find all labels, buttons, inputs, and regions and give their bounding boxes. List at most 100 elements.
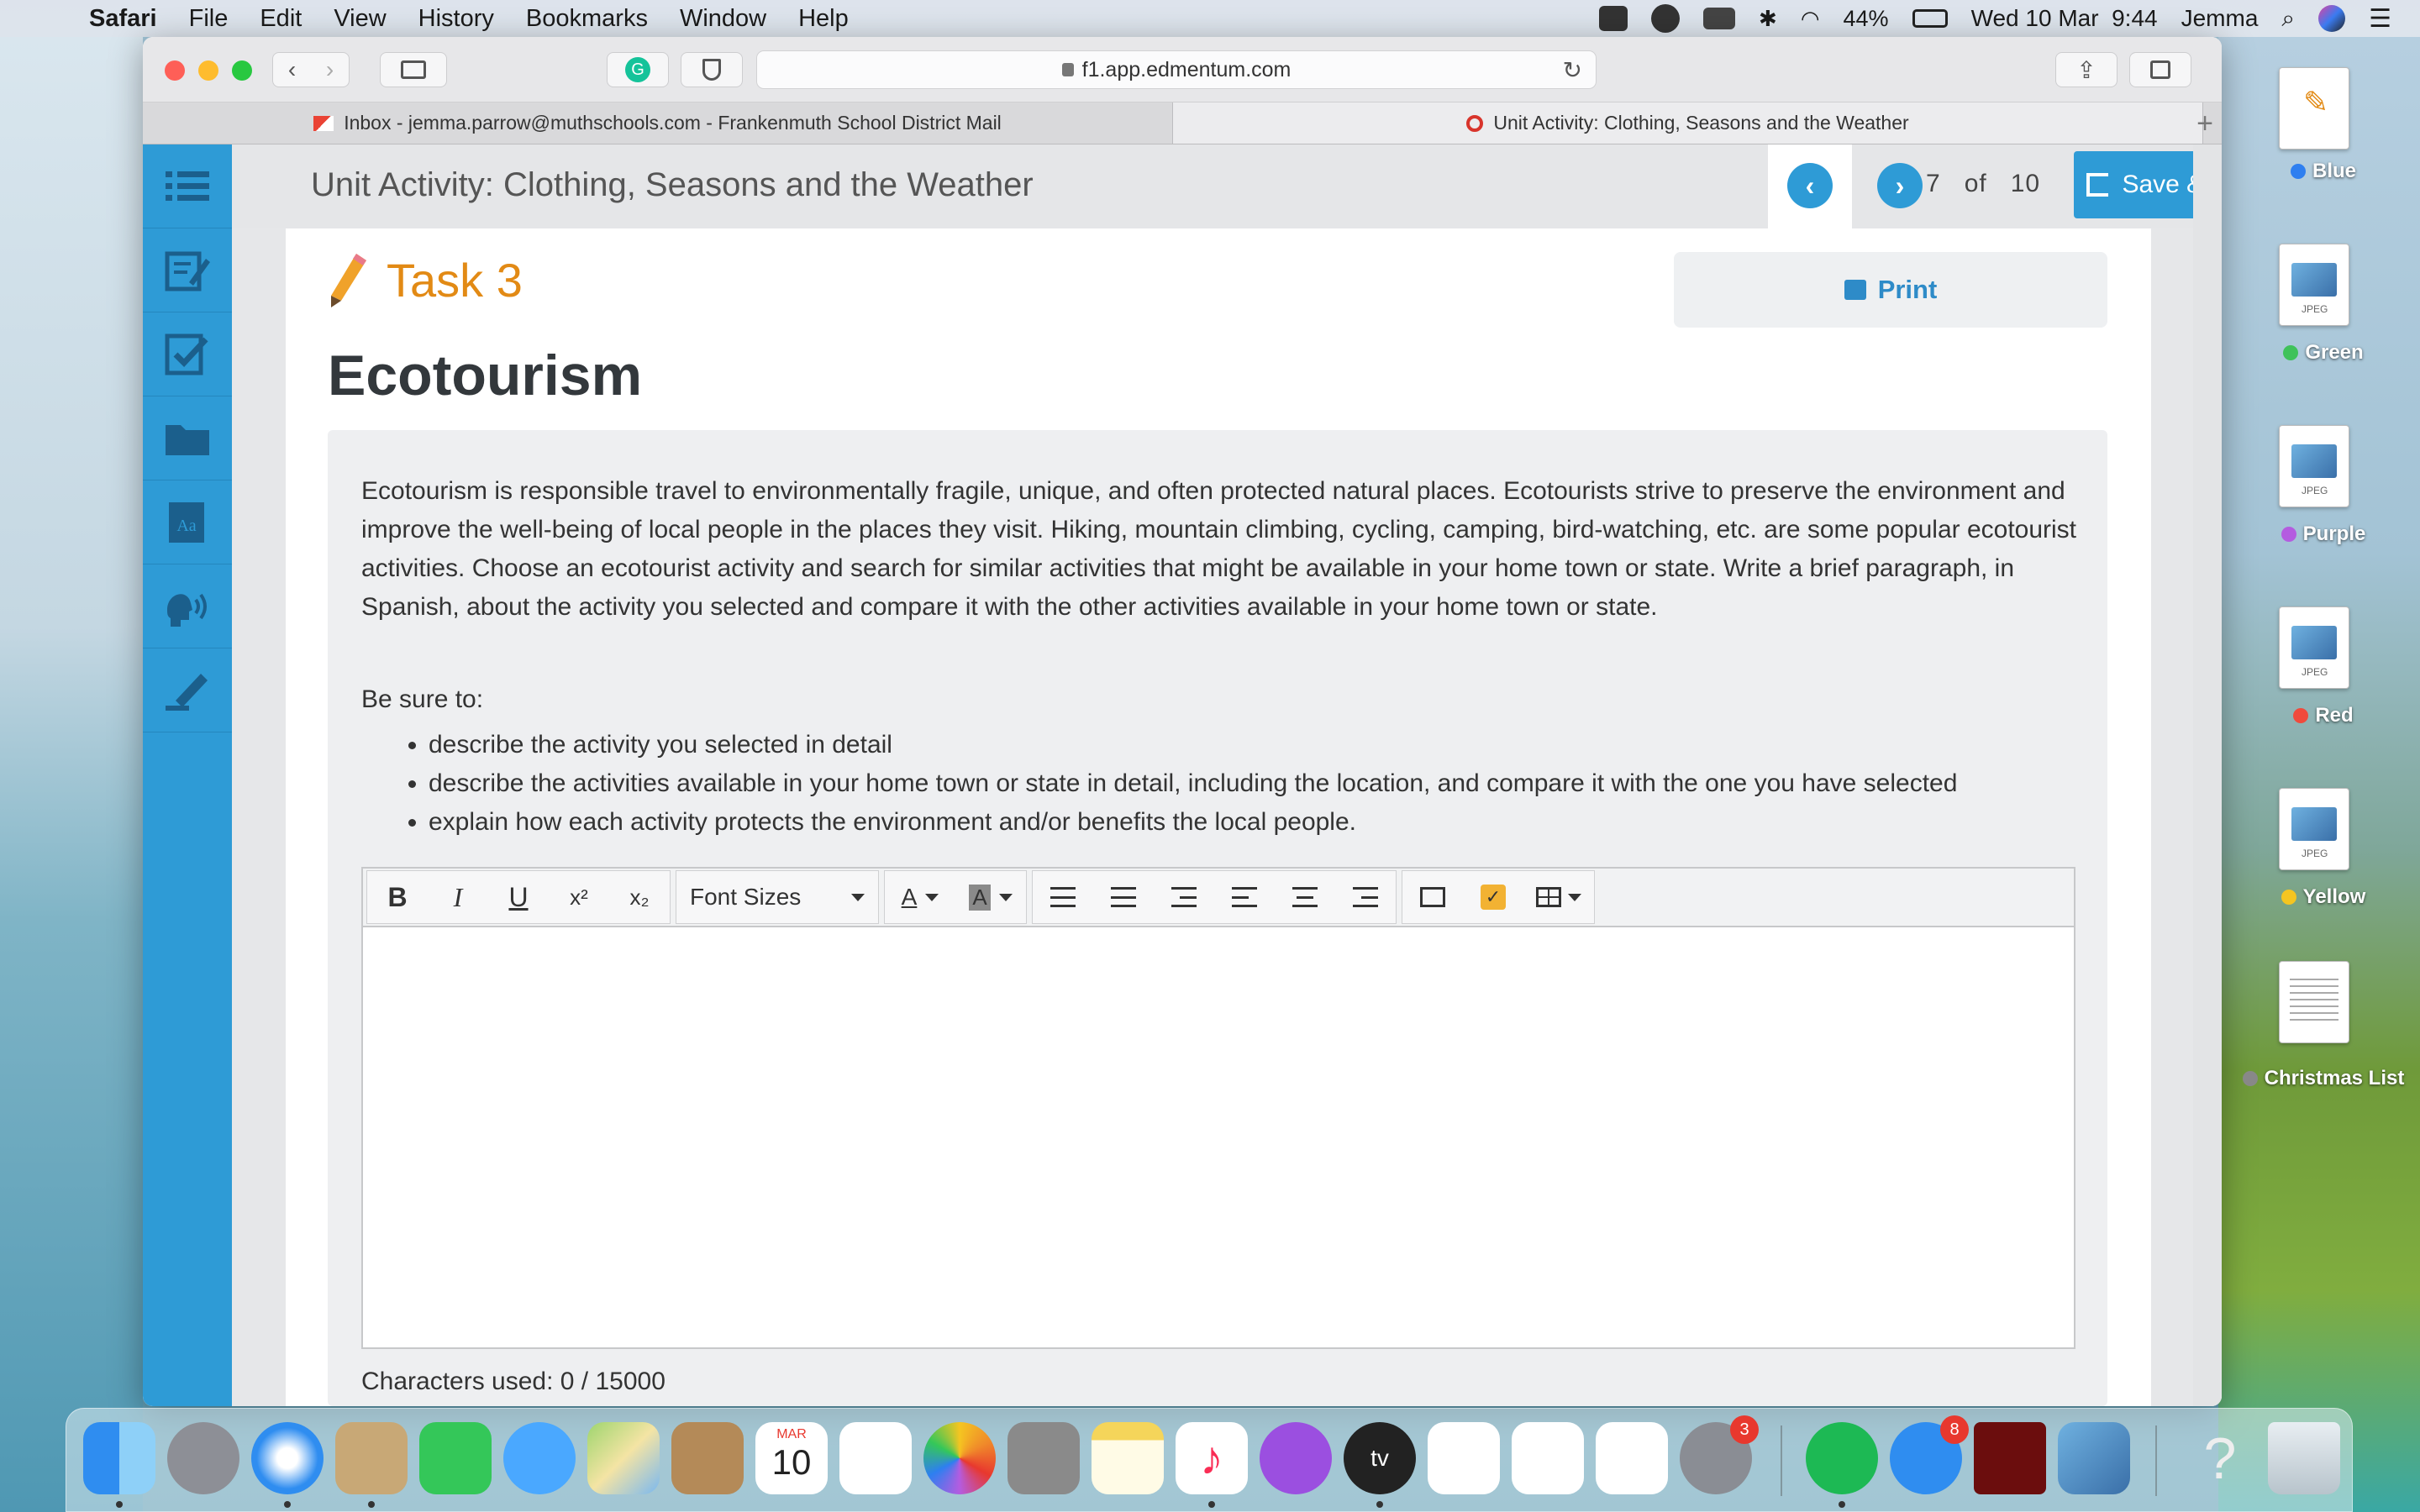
desktop-file-blue[interactable]: ✎ [2279,67,2349,150]
menu-history[interactable]: History [418,5,494,33]
malwarebytes-icon[interactable] [1599,6,1628,31]
nav-text-to-speech[interactable] [143,564,232,648]
calendar-icon[interactable]: MAR 10 [755,1422,828,1494]
desktop-file-yellow[interactable]: JPEG [2279,788,2349,870]
close-window-button[interactable] [165,60,185,81]
control-center-icon[interactable]: ☰ [2369,4,2391,34]
sidebar-toggle-button[interactable] [380,52,447,87]
preview-eagle-icon[interactable] [335,1422,408,1494]
photos-icon[interactable] [923,1422,996,1494]
siri-icon[interactable] [2318,5,2346,32]
underline-button[interactable]: U [488,872,549,922]
menu-file[interactable]: File [189,5,229,33]
trash-icon[interactable] [2268,1422,2340,1494]
subscript-button[interactable]: x₂ [609,872,670,922]
launchpad-icon[interactable] [167,1422,239,1494]
indent-button[interactable] [1154,872,1214,922]
system-preferences-icon[interactable]: 3 [1680,1415,1759,1494]
font-color-button[interactable]: A [885,872,955,922]
bold-button[interactable]: B [367,872,428,922]
notes-icon[interactable] [1092,1422,1164,1494]
desktop-label-red[interactable]: Red [2235,704,2412,727]
safari-icon[interactable] [251,1422,324,1494]
insert-table-button[interactable] [1523,872,1594,922]
nav-glossary[interactable]: Aa [143,480,232,564]
insert-math-button[interactable]: ✓ [1463,872,1523,922]
menu-view[interactable]: View [334,5,386,33]
menu-window[interactable]: Window [680,5,766,33]
background-color-button[interactable]: A [955,872,1026,922]
facetime-icon[interactable] [419,1422,492,1494]
tab-overview-button[interactable] [2129,52,2191,87]
bullet-list-button[interactable] [1033,872,1093,922]
desktop-label-purple[interactable]: Purple [2235,522,2412,546]
nav-assignments[interactable] [143,312,232,396]
page-scrollbar[interactable] [2193,144,2222,1406]
previous-page-button[interactable]: ‹ [1787,163,1833,208]
contacts-icon[interactable] [671,1422,744,1494]
menu-bookmarks[interactable]: Bookmarks [526,5,648,33]
desktop-file-red[interactable]: JPEG [2279,606,2349,689]
align-center-button[interactable] [1275,872,1335,922]
next-page-button[interactable]: › [1877,163,1923,208]
finder-icon[interactable] [83,1422,155,1494]
desktop-label-yellow[interactable]: Yellow [2235,885,2412,909]
flash-player-icon[interactable] [1974,1422,2046,1494]
tab-gmail-inbox[interactable]: Inbox - jemma.parrow@muthschools.com - F… [143,102,1173,144]
keynote-icon[interactable] [1512,1422,1584,1494]
share-button[interactable]: ⇪ [2055,52,2118,87]
desktop-label-green[interactable]: Green [2235,341,2412,365]
new-tab-button[interactable]: + [2196,108,2213,140]
bluetooth-icon[interactable]: ✱ [1759,6,1777,32]
user-status-icon[interactable] [1651,4,1681,33]
nav-notes[interactable] [143,228,232,312]
airplay-icon[interactable] [1703,8,1736,29]
spotlight-search-icon[interactable]: ⌕ [2281,5,2295,33]
align-left-button[interactable] [1214,872,1275,922]
grammarly-extension-button[interactable]: G [607,52,669,87]
spotify-icon[interactable] [1806,1422,1878,1494]
editor-text-area[interactable] [363,927,2074,1347]
calculator-icon[interactable] [1007,1422,1080,1494]
maps-icon[interactable] [587,1422,660,1494]
privacy-report-button[interactable] [681,52,743,87]
menu-help[interactable]: Help [798,5,849,33]
user-name[interactable]: Jemma [2181,5,2259,32]
numbered-list-button[interactable] [1093,872,1154,922]
clock[interactable]: Wed 10 Mar 9:44 [1971,5,2158,32]
font-sizes-dropdown[interactable]: Font Sizes [676,872,878,922]
desktop-label-christmas-list[interactable]: Christmas List [2235,1067,2412,1090]
reload-icon[interactable]: ↻ [1563,56,1582,84]
nav-files[interactable] [143,396,232,480]
italic-button[interactable]: I [428,872,488,922]
superscript-button[interactable]: x² [549,872,609,922]
desktop-file-purple[interactable]: JPEG [2279,425,2349,507]
numbers-icon[interactable] [1428,1422,1500,1494]
nav-contents[interactable] [143,144,232,228]
music-icon[interactable]: ♪ [1176,1422,1248,1494]
preview-icon[interactable] [2058,1422,2130,1494]
menu-edit[interactable]: Edit [260,5,302,33]
app-store-icon[interactable]: 8 [1890,1415,1969,1494]
insert-image-button[interactable] [1402,872,1463,922]
desktop-file-christmas-list[interactable] [2279,961,2349,1043]
minimize-window-button[interactable] [198,60,218,81]
address-bar[interactable]: f1.app.edmentum.com ↻ [756,50,1597,89]
messages-icon[interactable] [503,1422,576,1494]
align-right-button[interactable] [1335,872,1396,922]
desktop-file-green[interactable]: JPEG [2279,244,2349,326]
forward-button[interactable]: › [311,56,349,83]
nav-highlighter[interactable] [143,648,232,732]
desktop-label-blue[interactable]: Blue [2235,160,2412,183]
wifi-icon[interactable]: ◠ [1801,6,1820,32]
tab-unit-activity[interactable]: Unit Activity: Clothing, Seasons and the… [1173,102,2203,144]
apple-tv-icon[interactable]: tv [1344,1422,1416,1494]
podcasts-icon[interactable] [1260,1422,1332,1494]
back-button[interactable]: ‹ [273,56,311,83]
menu-app-name[interactable]: Safari [89,5,157,33]
reminders-icon[interactable] [839,1422,912,1494]
help-icon[interactable]: ? [2184,1422,2256,1494]
pages-icon[interactable] [1596,1422,1668,1494]
battery-icon[interactable] [1912,9,1948,28]
zoom-window-button[interactable] [232,60,252,81]
